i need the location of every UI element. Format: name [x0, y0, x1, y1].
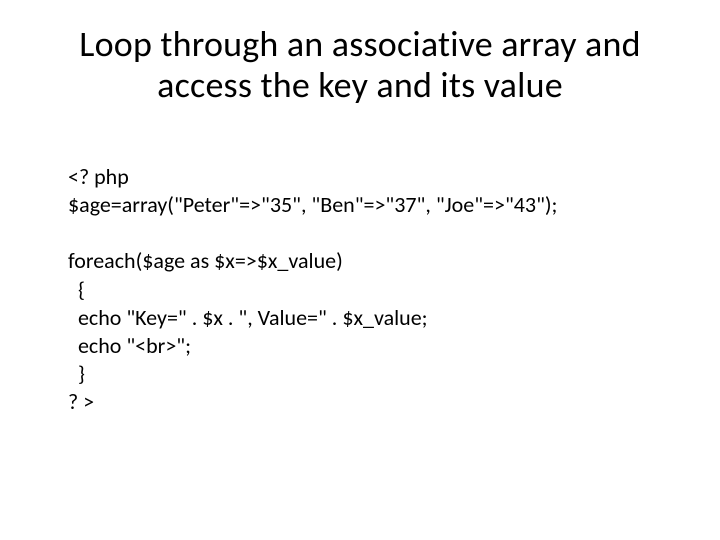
code-line: foreach($age as $x=>$x_value) — [68, 247, 343, 274]
code-line: { — [68, 276, 85, 303]
slide: Loop through an associative array and ac… — [0, 0, 720, 540]
code-line: ? > — [68, 388, 94, 415]
code-line: <? php — [68, 163, 129, 190]
code-line: } — [68, 360, 85, 387]
code-block: <? php $age=array("Peter"=>"35", "Ben"=>… — [40, 135, 680, 417]
code-line: echo "Key=" . $x . ", Value=" . $x_value… — [68, 304, 428, 331]
code-line: $age=array("Peter"=>"35", "Ben"=>"37", "… — [68, 191, 557, 218]
slide-title: Loop through an associative array and ac… — [40, 24, 680, 107]
code-line: echo "<br>"; — [68, 332, 191, 359]
